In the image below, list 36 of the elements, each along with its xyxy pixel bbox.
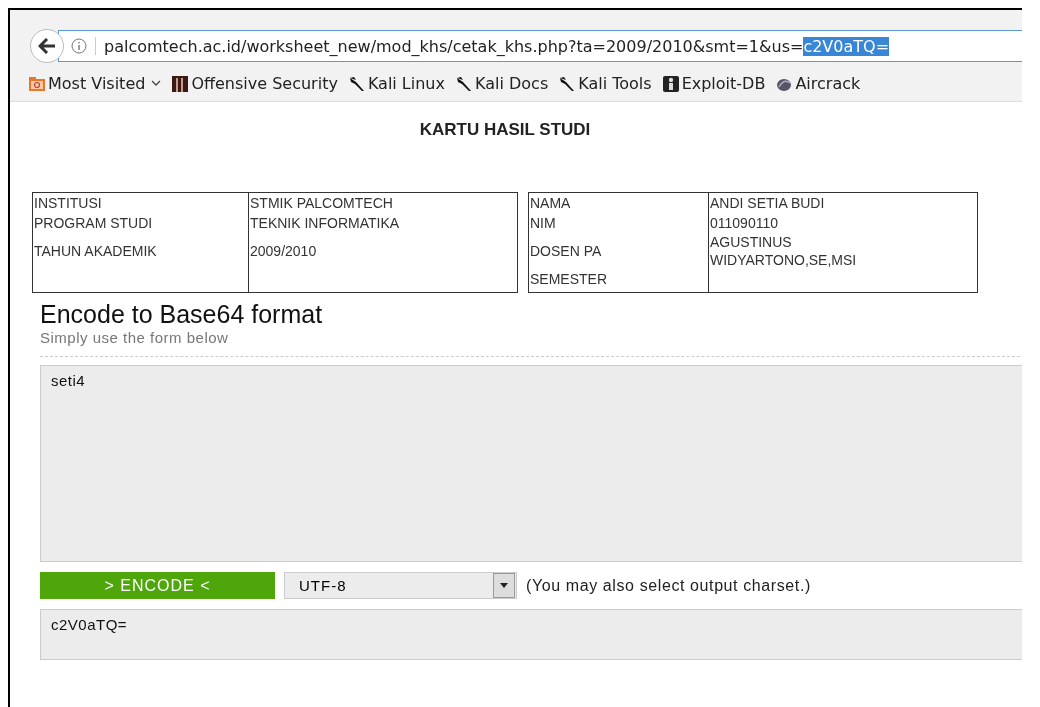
selected-url-text: c2V0aTQ= (803, 36, 890, 56)
info-icon (71, 38, 87, 54)
url-text: palcomtech.ac.id/worksheet_new/mod_khs/cetak_khs.php?ta=2009/2010&smt=1&us=c2V0aTQ= (104, 36, 890, 56)
bookmark-item[interactable]: Most Visited (28, 74, 162, 93)
field-label: TAHUN AKADEMIK (33, 242, 158, 261)
field-label: SEMESTER (529, 270, 608, 289)
charset-note: (You may also select output charset.) (526, 576, 811, 595)
back-button[interactable] (30, 29, 64, 63)
bookmark-item[interactable]: Kali Linux (347, 74, 445, 93)
charset-dropdown[interactable]: UTF-8 (284, 572, 517, 599)
bookmark-item[interactable]: Exploit-DB (661, 74, 766, 93)
field-value: TEKNIK INFORMATIKA (249, 214, 400, 233)
field-label: DOSEN PA (529, 242, 603, 261)
address-bar[interactable]: palcomtech.ac.id/worksheet_new/mod_khs/cetak_khs.php?ta=2009/2010&smt=1&us=c2V0aTQ= (58, 30, 1022, 62)
section-subheading: Simply use the form below (40, 329, 230, 346)
field-label: NIM (529, 214, 557, 233)
dropdown-arrow-icon (500, 583, 508, 588)
folder-icon (28, 74, 46, 93)
bookmark-item[interactable]: Offensive Security (171, 74, 338, 93)
field-value: 011090110 (709, 214, 779, 233)
field-label: INSTITUSI (33, 194, 103, 213)
field-value: STMIK PALCOMTECH (249, 194, 394, 213)
field-label: PROGRAM STUDI (33, 214, 154, 233)
field-value: AGUSTINUS WIDYARTONO,SE,MSI (709, 233, 858, 269)
field-label: NAMA (529, 194, 572, 213)
field-value: 2009/2010 (249, 242, 318, 261)
page-title: KARTU HASIL STUDI (418, 120, 592, 140)
input-field[interactable]: seti4 (40, 365, 1022, 562)
bookmark-item[interactable]: Kali Tools (558, 74, 652, 93)
bookmark-item[interactable]: Aircrack (775, 74, 861, 93)
field-value: ANDI SETIA BUDI (709, 194, 826, 213)
bookmark-item[interactable]: Kali Docs (455, 74, 549, 93)
section-heading: Encode to Base64 format (40, 299, 324, 329)
back-arrow-icon (38, 38, 56, 54)
bookmark-icon (171, 74, 190, 93)
output-field[interactable]: c2V0aTQ= (40, 609, 1022, 660)
